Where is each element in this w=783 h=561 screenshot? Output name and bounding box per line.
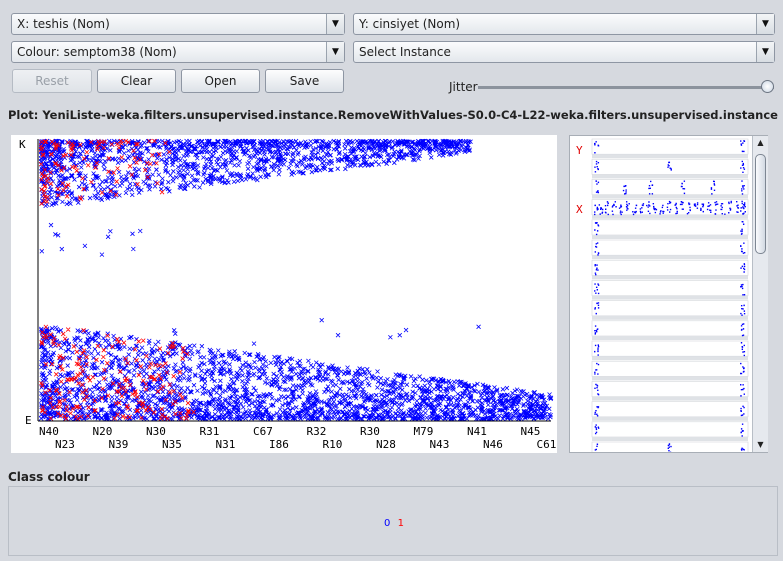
attribute-row-separator xyxy=(592,295,748,300)
y-label-k: K xyxy=(19,138,26,151)
attribute-row-separator xyxy=(592,336,748,340)
attribute-row[interactable] xyxy=(591,381,749,397)
attribute-row[interactable] xyxy=(591,179,749,195)
y-marker: Y xyxy=(576,144,583,157)
chevron-down-icon[interactable]: ▼ xyxy=(756,14,774,34)
scatter-plot[interactable]: K E N40 N20 N30 R31 C67 R32 R30 M79 N41 N45 N23 N39… xyxy=(11,135,557,453)
attribute-row[interactable] xyxy=(591,401,749,418)
instance-select[interactable]: Select Instance ▼ xyxy=(353,41,775,63)
chevron-up-icon[interactable]: ▲ xyxy=(753,137,768,149)
reset-button[interactable]: Reset xyxy=(12,69,92,93)
clear-button[interactable]: Clear xyxy=(97,69,176,93)
attribute-row[interactable] xyxy=(591,360,749,377)
save-button[interactable]: Save xyxy=(265,69,344,93)
attribute-row[interactable] xyxy=(591,219,749,236)
x-tick-label: C61 xyxy=(537,438,557,451)
attribute-row-separator xyxy=(592,376,748,381)
x-tick-label: R30 xyxy=(360,425,380,438)
scatter-plot-svg[interactable]: K E N40 N20 N30 R31 C67 R32 R30 M79 N41 N45 N23 N39… xyxy=(11,135,557,453)
attribute-row-separator xyxy=(592,235,748,239)
attribute-row-separator xyxy=(592,416,748,421)
x-tick-label: N40 xyxy=(39,425,59,438)
attribute-row-separator xyxy=(592,356,748,361)
x-tick-label: I86 xyxy=(269,438,289,451)
attribute-row[interactable] xyxy=(591,138,749,155)
colour-select[interactable]: Colour: semptom38 (Nom) ▼ xyxy=(11,41,345,63)
chevron-down-icon[interactable]: ▼ xyxy=(326,42,344,62)
attribute-panel-svg[interactable]: Y X xyxy=(570,136,767,462)
x-tick-label: N46 xyxy=(483,438,503,451)
attribute-row[interactable] xyxy=(591,280,749,296)
x-tick-label: N30 xyxy=(146,425,166,438)
x-tick-label: C67 xyxy=(253,425,273,438)
attribute-row-separator xyxy=(592,154,748,159)
attribute-row[interactable] xyxy=(591,158,749,175)
colour-select-value: Colour: semptom38 (Nom) xyxy=(17,45,177,59)
attribute-row-separator xyxy=(592,214,748,219)
x-tick-labels: N40 N20 N30 R31 C67 R32 R30 M79 N41 N45 N23 N39 N35 N… xyxy=(39,425,556,451)
x-tick-label: N43 xyxy=(430,438,450,451)
attribute-row[interactable] xyxy=(591,340,749,357)
jitter-label: Jitter xyxy=(449,80,478,94)
plot-title: Plot: YeniListe-weka.filters.unsupervise… xyxy=(8,108,778,122)
open-button[interactable]: Open xyxy=(181,69,260,93)
attribute-rows xyxy=(591,138,749,462)
attribute-row[interactable] xyxy=(591,320,749,337)
y-axis-select-value: Y: cinsiyet (Nom) xyxy=(359,17,461,31)
x-tick-label: N35 xyxy=(162,438,182,451)
x-tick-label: R31 xyxy=(200,425,220,438)
y-label-e: E xyxy=(25,414,32,427)
instance-select-value: Select Instance xyxy=(359,45,451,59)
x-marker: X xyxy=(576,203,583,216)
attribute-row-separator xyxy=(592,275,748,280)
jitter-slider-fill xyxy=(478,86,774,89)
x-tick-label: N45 xyxy=(521,425,541,438)
class-label-1[interactable]: 1 xyxy=(398,518,404,529)
attribute-row-separator xyxy=(592,255,748,260)
x-axis-select-value: X: teshis (Nom) xyxy=(17,17,110,31)
attribute-row-separator xyxy=(592,396,748,401)
x-tick-label: N23 xyxy=(55,438,75,451)
x-tick-label: N20 xyxy=(93,425,113,438)
x-tick-label: N39 xyxy=(109,438,129,451)
class-colour-legend: 0 1 xyxy=(384,518,404,529)
y-axis-select[interactable]: Y: cinsiyet (Nom) ▼ xyxy=(353,13,775,35)
attribute-row-separator xyxy=(592,315,748,320)
attribute-row[interactable] xyxy=(591,259,749,276)
jitter-slider[interactable] xyxy=(478,80,774,93)
attribute-row[interactable] xyxy=(591,300,749,317)
x-tick-label: M79 xyxy=(414,425,434,438)
attribute-row-separator xyxy=(592,174,748,179)
x-tick-label: R32 xyxy=(307,425,327,438)
x-axis-select[interactable]: X: teshis (Nom) ▼ xyxy=(11,13,345,35)
class-label-0[interactable]: 0 xyxy=(384,518,390,529)
attribute-row-separator xyxy=(592,194,748,199)
attribute-row[interactable] xyxy=(591,421,749,438)
jitter-slider-thumb[interactable] xyxy=(761,80,774,93)
chevron-down-icon[interactable]: ▼ xyxy=(326,14,344,34)
class-colour-title: Class colour xyxy=(8,470,90,484)
x-tick-label: N41 xyxy=(467,425,487,438)
x-tick-label: N31 xyxy=(216,438,236,451)
chevron-down-icon[interactable]: ▼ xyxy=(753,439,768,451)
attribute-row[interactable] xyxy=(591,239,749,256)
attribute-panel[interactable]: Y X xyxy=(569,135,768,462)
x-tick-label: N28 xyxy=(376,438,396,451)
scrollbar-thumb[interactable] xyxy=(755,154,766,254)
x-tick-label: R10 xyxy=(323,438,343,451)
data-points xyxy=(38,138,554,422)
chevron-down-icon[interactable]: ▼ xyxy=(756,42,774,62)
attribute-scrollbar[interactable]: ▲ ▼ xyxy=(752,136,768,452)
attribute-row-separator xyxy=(592,437,748,441)
